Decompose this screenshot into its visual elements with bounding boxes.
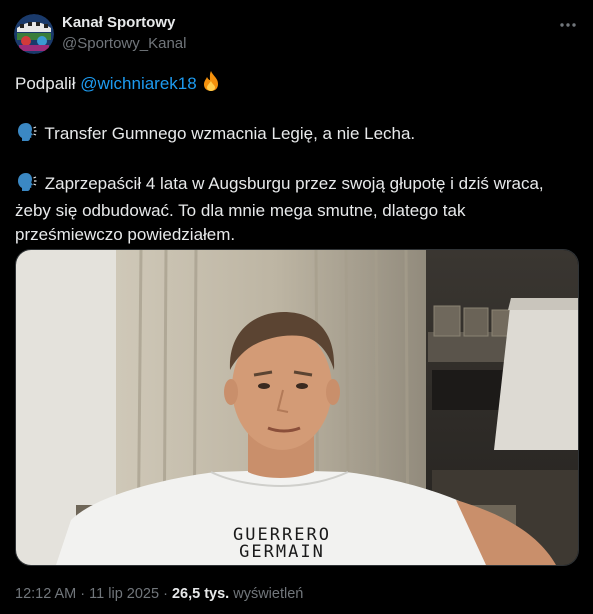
- tweet-time[interactable]: 12:12 AM: [15, 586, 76, 602]
- mention-link[interactable]: @wichniarek18: [80, 74, 196, 93]
- tweet-meta: 12:12 AM · 11 lip 2025 · 26,5 tys. wyświ…: [15, 584, 303, 604]
- author-handle[interactable]: @Sportowy_Kanal: [62, 34, 186, 54]
- tweet: Kanał Sportowy @Sportowy_Kanal Podpalił …: [0, 0, 593, 614]
- tweet-line-5: prześmiewczo powiedziałem.: [15, 225, 236, 244]
- tweet-text: Podpalił @wichniarek18 Transfer Gumnego …: [15, 70, 575, 247]
- fire-emoji-icon: [201, 70, 221, 99]
- speaking-head-emoji-icon: [15, 122, 37, 149]
- author-name[interactable]: Kanał Sportowy: [62, 13, 175, 33]
- avatar[interactable]: [14, 14, 54, 54]
- tweet-date[interactable]: 11 lip 2025: [89, 586, 159, 602]
- shirt-print-line-2: GERMAIN: [239, 542, 325, 562]
- tweet-video[interactable]: GUERRERO GERMAIN: [15, 249, 579, 566]
- tweet-intro: Podpalił: [15, 74, 76, 93]
- tweet-line-2-text: Transfer Gumnego wzmacnia Legię, a nie L…: [44, 124, 416, 143]
- tweet-line-3: Zaprzepaścił 4 lata w Augsburgu przez sw…: [15, 172, 575, 199]
- views-count[interactable]: 26,5 tys.: [172, 586, 229, 602]
- tweet-line-3-text: Zaprzepaścił 4 lata w Augsburgu przez sw…: [44, 174, 544, 193]
- separator-dot: ·: [163, 586, 168, 602]
- more-options-button[interactable]: [557, 14, 579, 36]
- tweet-line-2: Transfer Gumnego wzmacnia Legię, a nie L…: [15, 122, 575, 149]
- separator-dot: ·: [80, 586, 86, 602]
- video-frame: GUERRERO GERMAIN: [16, 250, 578, 565]
- views-label: wyświetleń: [233, 586, 304, 602]
- speaking-head-emoji-icon: [15, 172, 37, 199]
- tweet-line-1: Podpalił @wichniarek18: [15, 70, 575, 99]
- tweet-line-4: żeby się odbudować. To dla mnie mega smu…: [15, 201, 466, 220]
- more-horizontal-icon: [560, 23, 576, 27]
